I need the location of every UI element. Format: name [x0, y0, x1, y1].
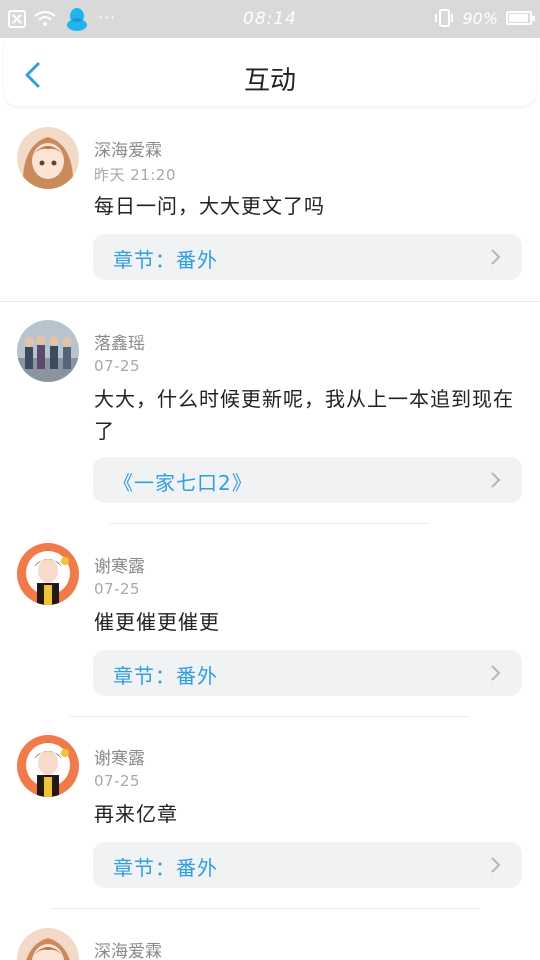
battery-percent: 90% — [462, 8, 498, 28]
comment-time: 昨天 21:20 — [94, 166, 176, 184]
comment-text: 催更催更催更 — [94, 610, 220, 634]
page-title: 互动 — [243, 66, 296, 96]
comment-time: 07-25 — [94, 580, 141, 598]
chevron-right-icon — [491, 472, 501, 488]
chevron-right-icon — [491, 249, 501, 265]
status-bar-right: 90% — [434, 8, 535, 28]
divider — [0, 301, 540, 302]
comment-item: 深海爱霖 — [0, 913, 540, 960]
comment-time: 07-25 — [94, 357, 141, 375]
comment-text: 再来亿章 — [94, 802, 178, 826]
comment-item: 谢寒露 07-25 催更催更催更 章节：番外 — [0, 528, 540, 713]
avatar[interactable] — [17, 127, 79, 189]
avatar[interactable] — [17, 928, 79, 960]
header-bar: 互动 — [4, 40, 536, 106]
avatar[interactable] — [17, 735, 79, 797]
comment-item: 落鑫瑶 07-25 大大，什么时候更新呢，我从上一本追到现在了 《一家七口2》 — [0, 305, 540, 520]
divider — [70, 716, 470, 717]
source-link-label: 章节：番外 — [113, 856, 218, 880]
comment-username[interactable]: 深海爱霖 — [94, 136, 162, 161]
source-link-chip[interactable]: 章节：番外 — [93, 650, 522, 696]
avatar[interactable] — [17, 320, 79, 382]
comment-username[interactable]: 落鑫瑶 — [94, 329, 145, 354]
chevron-right-icon — [491, 857, 501, 873]
comment-username[interactable]: 谢寒露 — [94, 552, 145, 577]
avatar[interactable] — [17, 543, 79, 605]
battery-icon — [506, 11, 535, 25]
comment-item: 深海爱霖 昨天 21:20 每日一问，大大更文了吗 章节：番外 — [0, 112, 540, 300]
source-link-chip[interactable]: 章节：番外 — [93, 234, 522, 280]
source-link-label: 章节：番外 — [113, 248, 218, 272]
source-link-label: 《一家七口2》 — [113, 471, 253, 495]
status-bar: ··· 08:14 90% — [0, 0, 540, 38]
divider — [110, 523, 430, 524]
comment-text: 大大，什么时候更新呢，我从上一本追到现在了 — [94, 387, 514, 443]
chevron-right-icon — [491, 665, 501, 681]
source-link-chip[interactable]: 章节：番外 — [93, 842, 522, 888]
comment-time: 07-25 — [94, 772, 141, 790]
comment-username[interactable]: 深海爱霖 — [94, 937, 162, 960]
comment-item: 谢寒露 07-25 再来亿章 章节：番外 — [0, 720, 540, 905]
source-link-chip[interactable]: 《一家七口2》 — [93, 457, 522, 503]
vibrate-icon — [435, 9, 454, 27]
source-link-label: 章节：番外 — [113, 664, 218, 688]
comment-username[interactable]: 谢寒露 — [94, 744, 145, 769]
divider — [50, 908, 480, 909]
comment-text: 每日一问，大大更文了吗 — [94, 194, 325, 218]
